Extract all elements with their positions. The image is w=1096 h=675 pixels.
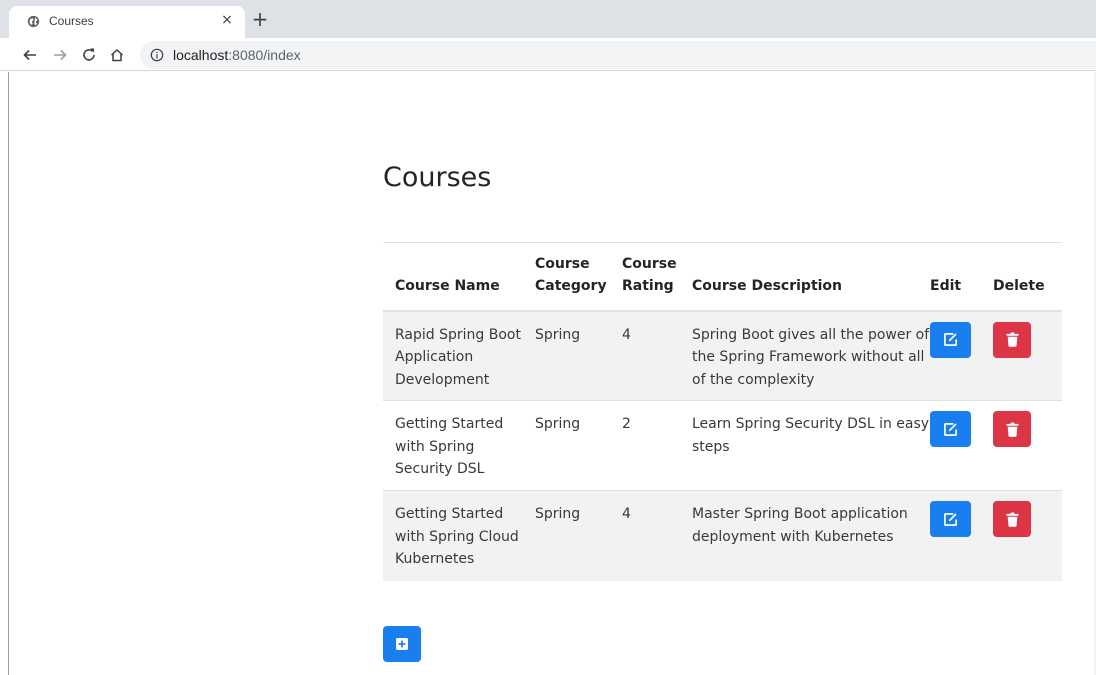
table-row: Rapid Spring Boot Application Developmen… [383, 310, 1062, 401]
edit-icon [944, 333, 957, 346]
edit-cell [930, 311, 993, 401]
delete-button[interactable] [993, 321, 1031, 358]
info-icon[interactable] [150, 48, 164, 62]
header-course-rating: Course Rating [622, 242, 692, 312]
course-name-cell: Rapid Spring Boot Application Developmen… [395, 326, 521, 388]
delete-cell [993, 401, 1062, 491]
delete-button[interactable] [993, 411, 1031, 447]
edit-icon [944, 512, 957, 526]
globe-icon [27, 15, 40, 28]
course-rating-cell: 4 [622, 326, 631, 343]
course-description-cell: Master Spring Boot application deploymen… [692, 506, 908, 545]
browser-tab[interactable]: Courses × [9, 6, 245, 38]
header-course-category-line2: Category [535, 277, 607, 294]
address-bar[interactable]: localhost:8080/index [140, 41, 1096, 69]
course-rating-cell: 4 [622, 506, 631, 522]
table-row: Getting Started with Spring Cloud Kubern… [383, 490, 1062, 581]
header-delete: Delete [993, 242, 1062, 312]
table-header-row: Course Name Course Category Course Rating … [383, 242, 1062, 312]
window-left-border [8, 72, 9, 675]
edit-button[interactable] [930, 501, 971, 537]
url-text: localhost:8080/index [173, 47, 301, 63]
url-host: localhost [173, 47, 229, 63]
header-course-rating-line2: Rating [622, 277, 674, 294]
home-icon [110, 48, 124, 62]
edit-icon [944, 422, 957, 436]
header-course-description: Course Description [692, 242, 930, 312]
header-edit: Edit [930, 242, 993, 312]
delete-cell [993, 491, 1062, 581]
reload-button[interactable] [79, 45, 99, 65]
delete-cell [993, 311, 1062, 401]
url-path: :8080/index [228, 47, 301, 63]
tab-close-icon[interactable]: × [219, 12, 235, 28]
edit-button[interactable] [930, 321, 971, 358]
header-course-name: Course Name [383, 242, 535, 312]
header-course-category-line1: Course [535, 255, 590, 272]
edit-button[interactable] [930, 411, 971, 447]
trash-icon [1005, 332, 1019, 347]
tab-title: Courses [49, 14, 94, 28]
back-button[interactable] [20, 45, 40, 65]
edit-cell [930, 491, 993, 581]
course-name-cell: Getting Started with Spring Cloud Kubern… [395, 506, 519, 567]
plus-square-icon [396, 638, 408, 650]
reload-icon [83, 48, 95, 61]
course-description-cell: Learn Spring Security DSL in easy steps [692, 416, 930, 455]
new-tab-button[interactable]: + [250, 9, 270, 30]
header-course-rating-line1: Course [622, 255, 677, 272]
home-button[interactable] [107, 45, 127, 65]
courses-table: Course Name Course Category Course Rating … [383, 242, 1062, 581]
course-category-cell: Spring [535, 416, 581, 432]
edit-cell [930, 401, 993, 491]
trash-icon [1005, 512, 1019, 527]
course-category-cell: Spring [535, 326, 581, 343]
course-name-cell: Getting Started with Spring Security DSL [395, 416, 504, 477]
arrow-left-icon [23, 49, 36, 61]
course-rating-cell: 2 [622, 416, 631, 432]
delete-button[interactable] [993, 501, 1031, 537]
header-course-category: Course Category [535, 242, 622, 312]
browser-tab-strip: Courses × + [0, 0, 1096, 38]
trash-icon [1005, 422, 1019, 437]
arrow-right-icon [54, 49, 67, 61]
forward-button[interactable] [50, 45, 70, 65]
table-row: Getting Started with Spring Security DSL… [383, 400, 1062, 491]
browser-toolbar: localhost:8080/index [0, 38, 1096, 71]
add-course-button[interactable] [383, 626, 421, 662]
course-category-cell: Spring [535, 506, 581, 522]
page-title: Courses [383, 162, 492, 193]
course-description-cell: Spring Boot gives all the power of the S… [692, 326, 930, 388]
